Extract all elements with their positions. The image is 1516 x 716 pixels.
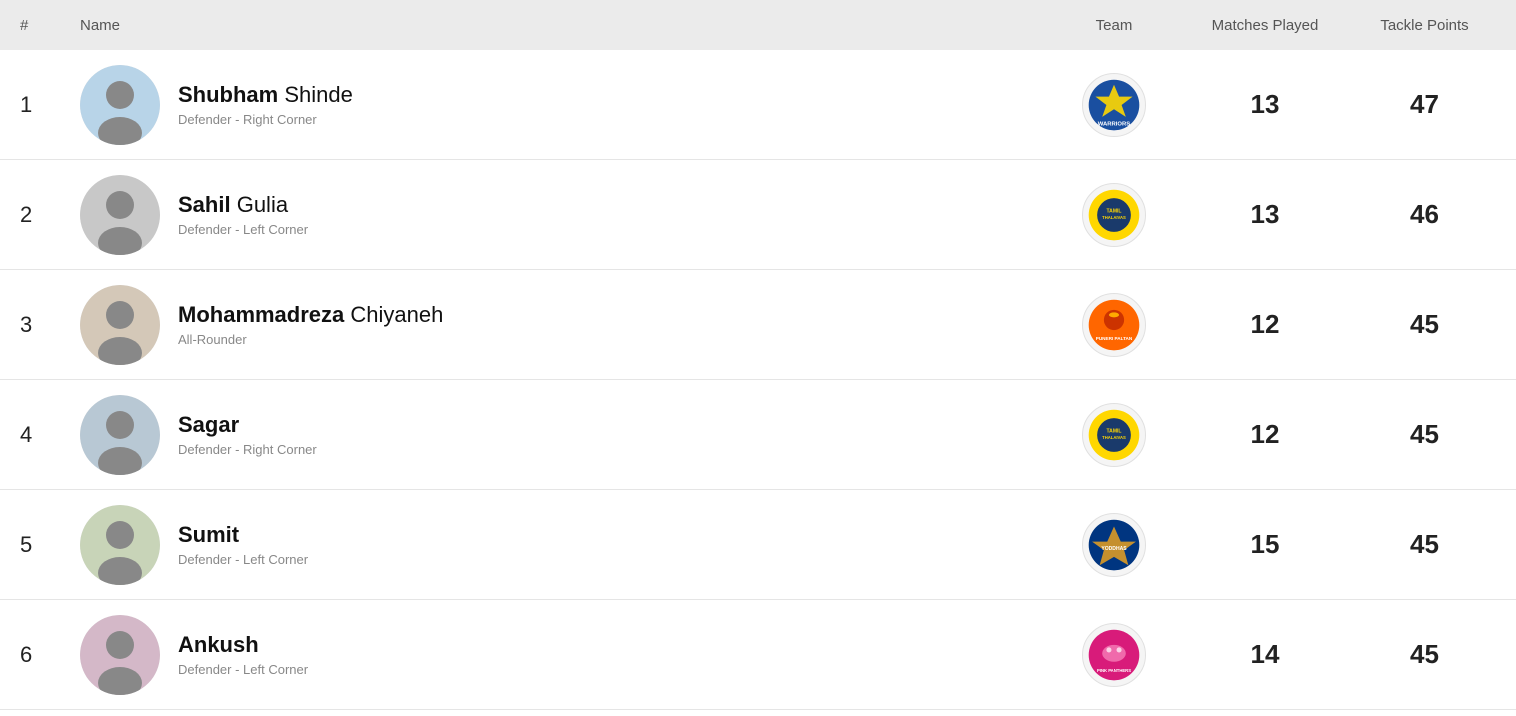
row-matches: 12 [1177,419,1353,450]
player-role: Defender - Right Corner [178,442,317,457]
row-points: 45 [1353,419,1496,450]
row-matches: 15 [1177,529,1353,560]
header-team: Team [1051,17,1177,34]
table-row: 3 Mohammadreza Chiyaneh All-Rounder PUNE… [0,270,1516,380]
row-team: PUNERI PALTAN [1051,293,1177,357]
rows-container: 1 Shubham Shinde Defender - Right Corner… [0,50,1516,710]
player-avatar [80,395,160,475]
svg-text:PUNERI PALTAN: PUNERI PALTAN [1096,336,1133,341]
team-logo: TAMIL THALAIVAS [1082,403,1146,467]
row-player: Mohammadreza Chiyaneh All-Rounder [80,285,1051,365]
table-row: 4 Sagar Defender - Right Corner TAMIL TH… [0,380,1516,490]
row-rank: 5 [20,532,80,558]
svg-text:THALAIVAS: THALAIVAS [1102,435,1126,440]
player-avatar [80,285,160,365]
player-role: Defender - Right Corner [178,112,353,127]
team-logo: WARRIORS [1082,73,1146,137]
header-matches: Matches Played [1177,17,1353,34]
player-avatar [80,505,160,585]
row-team: TAMIL THALAIVAS [1051,403,1177,467]
player-name: Shubham Shinde [178,82,353,108]
player-name: Sahil Gulia [178,192,308,218]
table-header: # Name Team Matches Played Tackle Points [0,0,1516,50]
row-rank: 2 [20,202,80,228]
player-role: All-Rounder [178,332,443,347]
row-player: Sahil Gulia Defender - Left Corner [80,175,1051,255]
table-row: 1 Shubham Shinde Defender - Right Corner… [0,50,1516,160]
svg-text:THALAIVAS: THALAIVAS [1102,215,1126,220]
row-rank: 3 [20,312,80,338]
player-name: Mohammadreza Chiyaneh [178,302,443,328]
player-info: Ankush Defender - Left Corner [178,632,308,677]
player-avatar [80,175,160,255]
team-logo: PUNERI PALTAN [1082,293,1146,357]
row-matches: 14 [1177,639,1353,670]
team-logo: PINK PANTHERS [1082,623,1146,687]
row-player: Ankush Defender - Left Corner [80,615,1051,695]
row-player: Sumit Defender - Left Corner [80,505,1051,585]
svg-text:YODDHAS: YODDHAS [1101,546,1127,552]
player-role: Defender - Left Corner [178,222,308,237]
row-points: 47 [1353,89,1496,120]
svg-text:WARRIORS: WARRIORS [1098,121,1130,127]
row-rank: 1 [20,92,80,118]
row-matches: 12 [1177,309,1353,340]
row-points: 46 [1353,199,1496,230]
player-role: Defender - Left Corner [178,662,308,677]
player-name: Sagar [178,412,317,438]
row-player: Shubham Shinde Defender - Right Corner [80,65,1051,145]
row-team: TAMIL THALAIVAS [1051,183,1177,247]
row-player: Sagar Defender - Right Corner [80,395,1051,475]
team-logo: YODDHAS [1082,513,1146,577]
svg-text:PINK PANTHERS: PINK PANTHERS [1097,667,1131,672]
player-info: Mohammadreza Chiyaneh All-Rounder [178,302,443,347]
header-name: Name [80,17,1051,34]
leaderboard-table: # Name Team Matches Played Tackle Points… [0,0,1516,716]
row-rank: 6 [20,642,80,668]
player-role: Defender - Left Corner [178,552,308,567]
svg-text:TAMIL: TAMIL [1106,208,1121,214]
row-team: YODDHAS [1051,513,1177,577]
row-team: PINK PANTHERS [1051,623,1177,687]
header-points: Tackle Points [1353,17,1496,34]
row-matches: 13 [1177,89,1353,120]
player-name: Ankush [178,632,308,658]
player-info: Sagar Defender - Right Corner [178,412,317,457]
player-info: Sumit Defender - Left Corner [178,522,308,567]
svg-text:TAMIL: TAMIL [1106,428,1121,434]
row-rank: 4 [20,422,80,448]
player-avatar [80,65,160,145]
table-row: 2 Sahil Gulia Defender - Left Corner TAM… [0,160,1516,270]
player-avatar [80,615,160,695]
row-points: 45 [1353,529,1496,560]
row-points: 45 [1353,309,1496,340]
table-row: 6 Ankush Defender - Left Corner PINK PAN… [0,600,1516,710]
row-team: WARRIORS [1051,73,1177,137]
header-rank: # [20,17,80,34]
table-row: 5 Sumit Defender - Left Corner YODDHAS 1… [0,490,1516,600]
player-info: Shubham Shinde Defender - Right Corner [178,82,353,127]
player-name: Sumit [178,522,308,548]
team-logo: TAMIL THALAIVAS [1082,183,1146,247]
row-matches: 13 [1177,199,1353,230]
player-info: Sahil Gulia Defender - Left Corner [178,192,308,237]
row-points: 45 [1353,639,1496,670]
